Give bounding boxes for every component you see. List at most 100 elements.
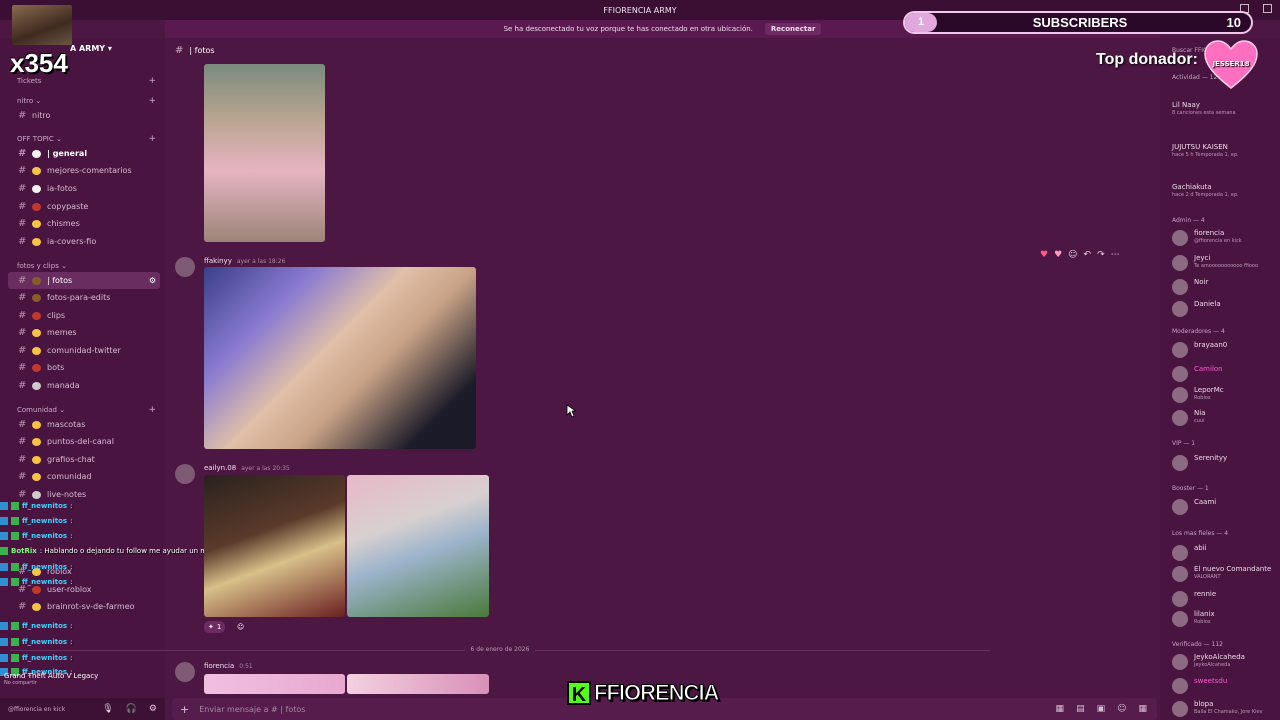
add-reaction-icon[interactable]: ☺ (233, 621, 248, 633)
category-comunidad[interactable]: Comunidad ⌄ + (0, 403, 165, 417)
member-item[interactable]: Noir (1172, 278, 1280, 295)
channel-brainrot[interactable]: # brainrot-sv-de-farmeo (8, 598, 160, 615)
message-author[interactable]: ffakinyy (204, 257, 232, 265)
member-item[interactable]: sweetsdu (1172, 677, 1280, 694)
member-item[interactable]: Serenityy (1172, 454, 1280, 471)
avatar (1172, 654, 1188, 670)
member-item[interactable]: brayaan0 (1172, 341, 1280, 358)
avatar[interactable] (175, 464, 195, 484)
category-off-topic[interactable]: OFF TOPIC ⌄ + (0, 132, 165, 146)
reply-icon[interactable]: ↶ (1084, 250, 1092, 260)
stream-chat-line: ff_newnitos: (0, 576, 72, 587)
sticker-icon[interactable]: ▣ (1097, 704, 1106, 714)
emoji-icon[interactable]: ☺ (1117, 704, 1126, 714)
member-item[interactable]: fiorencia @ffiorencia en kick (1172, 229, 1280, 246)
category-tickets[interactable]: Tickets + (0, 74, 165, 88)
add-channel-icon[interactable]: + (148, 76, 156, 86)
game-activity[interactable]: Grand Theft Auto V Legacy No compartir (0, 672, 165, 692)
channel-memes[interactable]: # memes (8, 324, 160, 341)
channel-emoji-icon (32, 202, 41, 211)
gear-icon[interactable]: ⚙ (149, 704, 157, 714)
server-name[interactable]: A ARMY ▾ (70, 44, 112, 53)
channel-grafios-chat[interactable]: # grafios-chat (8, 451, 160, 468)
message-image[interactable] (347, 674, 489, 694)
channel-puntos-del-canal[interactable]: # puntos-del-canal (8, 433, 160, 450)
channel-mejores-comentarios[interactable]: # mejores-comentarios (8, 162, 160, 179)
gif-icon[interactable]: ▤ (1076, 704, 1085, 714)
activity-item[interactable]: Gachiakuta hace 2 d Temporada 1, ep. (1172, 183, 1280, 199)
category-nitro[interactable]: nitro ⌄ + (0, 94, 165, 108)
message-image[interactable] (204, 475, 345, 617)
avatar[interactable] (175, 257, 195, 277)
reconnect-button[interactable]: Reconectar (764, 23, 822, 35)
channel-emoji-icon (32, 184, 41, 193)
user-handle: @ffiorencia en kick (8, 705, 66, 713)
category-fotos-y-clips[interactable]: fotos y clips ⌄ (0, 259, 165, 273)
avatar (1172, 678, 1188, 694)
stream-chat-line: BotRix: Hablando o dejando tu follow me … (0, 545, 227, 556)
member-item[interactable]: blopa Baila El Chamako, Jore Kiev (1172, 700, 1280, 717)
more-icon[interactable]: ⋯ (1111, 250, 1120, 260)
channel-ia-covers-fio[interactable]: # ia-covers-fio (8, 233, 160, 250)
message-author[interactable]: eailyn.08 (204, 464, 236, 472)
member-item[interactable]: Caami (1172, 498, 1280, 515)
settings-icon[interactable]: ⚙ (149, 276, 156, 285)
member-item[interactable]: LeporMc Roblox (1172, 386, 1280, 403)
member-item[interactable]: El nuevo Comandante VALORANT (1172, 565, 1280, 582)
stream-chat-line: ff_newnitos: (0, 515, 72, 526)
apps-icon[interactable]: ▦ (1138, 704, 1147, 714)
reaction-pill[interactable]: ✦ 1 (204, 621, 226, 633)
top-donor-label: Top donador: (1096, 51, 1198, 68)
gift-icon[interactable]: ▦ (1056, 704, 1065, 714)
channel-fotos[interactable]: # | fotos ⚙ (8, 272, 160, 289)
avatar[interactable] (175, 662, 195, 682)
channel-bots[interactable]: # bots (8, 359, 160, 376)
message-image[interactable] (204, 64, 325, 242)
activity-item[interactable]: JUJUTSU KAISEN hace 5 h Temporada 1, ep. (1172, 143, 1280, 159)
channel-nitro[interactable]: # nitro (8, 107, 160, 124)
avatar (1172, 566, 1188, 582)
activity-item[interactable]: Lil Naay 8 canciones esta semana (1172, 101, 1280, 117)
member-item[interactable]: Daniela (1172, 300, 1280, 317)
channel-comunidad-twitter[interactable]: # comunidad-twitter (8, 342, 160, 359)
member-item[interactable]: JeykoAlcaheda JeykoAlcaheda (1172, 653, 1280, 670)
forward-icon[interactable]: ↷ (1097, 250, 1105, 260)
emoji-icon[interactable]: ☺ (1068, 250, 1077, 260)
message-time: 0:51 (239, 662, 253, 670)
message-image[interactable] (204, 267, 476, 449)
member-item[interactable]: abii (1172, 544, 1280, 561)
heart-icon[interactable]: ♥ (1040, 250, 1048, 260)
sub-badge-icon (0, 562, 8, 571)
channel-comunidad[interactable]: # comunidad (8, 468, 160, 485)
channel-general[interactable]: # | general (8, 145, 160, 162)
channel-manada[interactable]: # manada (8, 377, 160, 394)
message-input[interactable]: Enviar mensaje a # | fotos (199, 705, 305, 714)
heart-icon[interactable]: ♥ (1054, 250, 1062, 260)
message-author[interactable]: fiorencia (204, 662, 234, 670)
add-channel-icon[interactable]: + (148, 405, 156, 415)
channel-ia-fotos[interactable]: # ia-fotos (8, 180, 160, 197)
member-item[interactable]: Jeyci Te amooooooooooo ffiooo (1172, 254, 1280, 271)
channel-clips[interactable]: # clips (8, 307, 160, 324)
add-channel-icon[interactable]: + (148, 134, 156, 144)
user-panel[interactable]: @ffiorencia en kick 🎙 🎧 ⚙ (0, 698, 165, 720)
channel-copypaste[interactable]: # copypaste (8, 198, 160, 215)
message-actions[interactable]: ♥ ♥ ☺ ↶ ↷ ⋯ (1040, 248, 1120, 262)
member-item[interactable]: lilanix Roblox (1172, 610, 1280, 627)
stream-chat-line: ff_newnitos: (0, 561, 72, 572)
member-item[interactable]: rennie (1172, 590, 1280, 607)
help-icon[interactable] (1263, 4, 1272, 13)
add-attachment-icon[interactable]: + (180, 703, 189, 716)
channel-chismes[interactable]: # chismes (8, 215, 160, 232)
channel-emoji-icon (32, 293, 41, 302)
headphones-icon[interactable]: 🎧 (126, 704, 137, 714)
member-item[interactable]: Nia cuui (1172, 409, 1280, 426)
channel-emoji-icon (32, 219, 41, 228)
message-image[interactable] (204, 674, 345, 694)
channel-fotos-para-edits[interactable]: # fotos-para-edits (8, 289, 160, 306)
add-channel-icon[interactable]: + (148, 96, 156, 106)
channel-mascotas[interactable]: # mascotas (8, 416, 160, 433)
member-item[interactable]: Camilon (1172, 365, 1280, 382)
message-image[interactable] (347, 475, 489, 617)
microphone-icon[interactable]: 🎙 (102, 704, 113, 714)
